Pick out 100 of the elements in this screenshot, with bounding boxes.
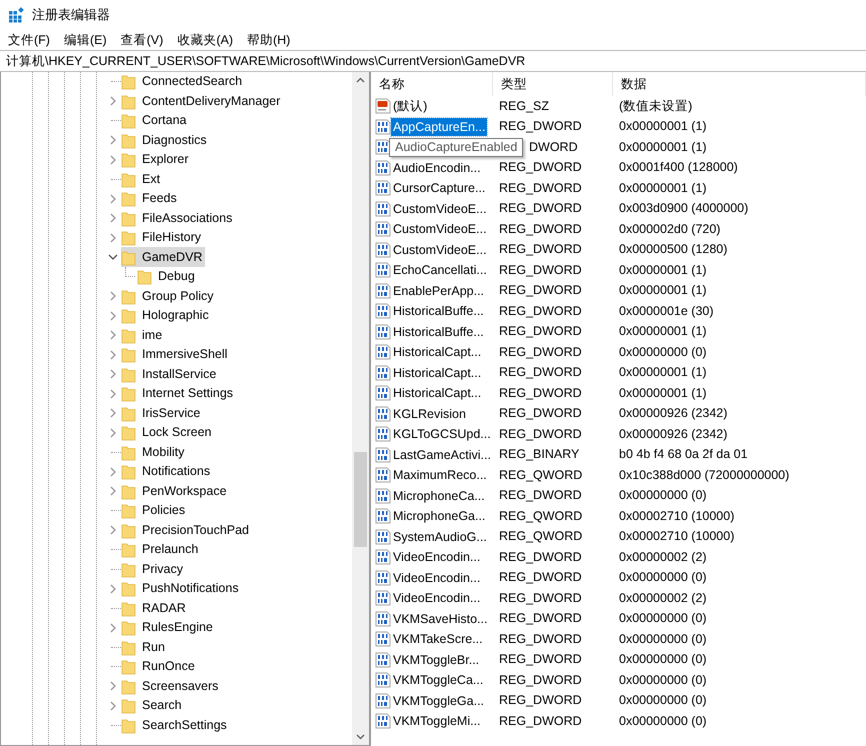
value-name[interactable]: MicrophoneGa... (391, 507, 488, 526)
value-name[interactable]: HistoricalCapt... (391, 343, 484, 362)
expand-chevron-icon[interactable] (109, 428, 117, 438)
menu-item[interactable]: 查看(V) (120, 30, 164, 50)
expand-chevron-icon[interactable] (109, 194, 117, 204)
tree-item[interactable]: Feeds (121, 188, 180, 209)
tree-item[interactable]: Lock Screen (121, 422, 214, 443)
value-name[interactable]: AudioEncodin... (391, 158, 483, 177)
expand-chevron-icon[interactable] (109, 681, 117, 692)
value-name[interactable]: SystemAudioG... (391, 528, 489, 546)
value-name[interactable]: HistoricalCapt... (391, 364, 484, 382)
value-name[interactable]: (默认) (391, 97, 430, 116)
value-name[interactable]: LastGameActivi... (391, 446, 493, 464)
tree-item[interactable]: Internet Settings (121, 384, 236, 404)
expand-chevron-icon[interactable] (109, 584, 117, 594)
expand-chevron-icon[interactable] (109, 486, 117, 496)
scrollbar[interactable] (352, 72, 369, 745)
value-name[interactable]: VideoEncodin... (391, 548, 482, 566)
collapse-chevron-icon[interactable] (108, 253, 118, 262)
value-name[interactable]: EchoCancellati... (391, 261, 489, 280)
value-name[interactable]: MicrophoneCa... (391, 486, 487, 505)
value-name[interactable]: VKMToggleBr... (391, 650, 482, 669)
tree-item[interactable]: FileHistory (121, 228, 204, 248)
value-name[interactable]: CursorCapture... (391, 179, 488, 198)
column-header[interactable]: 数据 (613, 72, 866, 96)
tree-item[interactable]: Search (121, 696, 185, 716)
tree-item[interactable]: GameDVR (121, 247, 206, 268)
expand-chevron-icon[interactable] (109, 622, 117, 633)
expand-chevron-icon[interactable] (109, 291, 117, 302)
value-name[interactable]: HistoricalBuffe... (391, 322, 486, 341)
tree-item[interactable]: ContentDeliveryManager (121, 91, 284, 112)
tree-item[interactable]: RunOnce (121, 656, 198, 677)
expand-chevron-icon[interactable] (109, 135, 117, 146)
tree-item[interactable]: RulesEngine (121, 618, 216, 638)
column-header[interactable]: 类型 (493, 72, 613, 96)
tree-item[interactable]: Privacy (121, 559, 186, 580)
tree-item[interactable]: InstallService (121, 364, 220, 384)
tree-item[interactable]: IrisService (121, 403, 204, 424)
value-name[interactable]: CustomVideoE... (391, 200, 489, 218)
expand-chevron-icon[interactable] (109, 525, 117, 536)
tree-item[interactable]: Mobility (121, 442, 188, 462)
tree-item[interactable]: Diagnostics (121, 130, 210, 150)
expand-chevron-icon[interactable] (109, 388, 117, 399)
tree-item[interactable]: ImmersiveShell (121, 344, 230, 365)
tree-item[interactable]: ConnectedSearch (121, 72, 246, 92)
tree-item[interactable]: PrecisionTouchPad (121, 520, 252, 540)
tree-item[interactable]: Ext (121, 169, 164, 190)
expand-chevron-icon[interactable] (109, 700, 117, 711)
tree-item[interactable]: Group Policy (121, 286, 217, 306)
tree-item[interactable]: Explorer (121, 150, 192, 170)
menu-item[interactable]: 收藏夹(A) (177, 30, 233, 50)
value-name[interactable]: CustomVideoE... (391, 220, 489, 238)
expand-chevron-icon[interactable] (109, 154, 117, 165)
value-name[interactable]: AppCaptureEn... (391, 118, 488, 136)
binary-value-icon (375, 303, 391, 320)
tree-item[interactable]: Cortana (121, 110, 190, 131)
tree-item[interactable]: ime (121, 325, 166, 346)
value-name[interactable]: CustomVideoE... (391, 240, 489, 259)
expand-chevron-icon[interactable] (109, 232, 117, 243)
expand-chevron-icon[interactable] (109, 369, 117, 380)
address-bar[interactable]: 计算机\HKEY_CURRENT_USER\SOFTWARE\Microsoft\Windows\CurrentVersion\GameDVR (0, 50, 866, 72)
column-header[interactable]: 名称 (371, 72, 493, 96)
value-name[interactable]: HistoricalCapt... (391, 384, 484, 402)
expand-chevron-icon[interactable] (109, 96, 117, 106)
value-name[interactable]: VKMSaveHisto... (391, 610, 490, 628)
menu-item[interactable]: 帮助(H) (246, 30, 290, 50)
expand-chevron-icon[interactable] (109, 408, 117, 418)
value-name[interactable]: MaximumReco... (391, 466, 489, 484)
value-type: REG_DWORD (498, 590, 583, 607)
tree-item[interactable]: FileAssociations (121, 208, 236, 228)
value-name[interactable]: VKMToggleGa... (391, 692, 486, 710)
expand-chevron-icon[interactable] (109, 213, 117, 224)
expand-chevron-icon[interactable] (109, 310, 117, 321)
value-name[interactable]: HistoricalBuffe... (391, 302, 486, 320)
value-name[interactable]: VKMToggleMi... (391, 712, 483, 730)
menu-item[interactable]: 编辑(E) (64, 30, 107, 50)
tree-item[interactable]: Screensavers (121, 676, 222, 696)
value-name[interactable]: EnablePerApp... (391, 282, 486, 300)
value-name[interactable]: VideoEncodin... (391, 589, 482, 608)
tree-item[interactable]: Debug (137, 266, 198, 287)
expand-chevron-icon[interactable] (109, 466, 117, 477)
tree-item[interactable]: SearchSettings (121, 715, 230, 736)
value-name[interactable]: KGLRevision (391, 404, 468, 423)
tree-item[interactable]: PushNotifications (121, 578, 242, 599)
value-name[interactable]: KGLToGCSUpd... (391, 425, 493, 444)
tree-item[interactable]: PenWorkspace (121, 481, 230, 502)
tree-item[interactable]: Notifications (121, 462, 214, 482)
tree-item[interactable]: RADAR (121, 598, 189, 618)
menu-item[interactable]: 文件(F) (8, 30, 50, 50)
tree-item[interactable]: Prelaunch (121, 540, 202, 560)
folder-icon (121, 716, 136, 734)
tree-item[interactable]: Holographic (121, 306, 212, 326)
expand-chevron-icon[interactable] (109, 350, 117, 360)
scrollbar-thumb[interactable] (354, 452, 367, 547)
tree-item[interactable]: Run (121, 637, 168, 658)
value-name[interactable]: VKMToggleCa... (391, 671, 486, 690)
value-name[interactable]: VKMTakeScre... (391, 630, 485, 648)
expand-chevron-icon[interactable] (109, 330, 117, 340)
tree-item[interactable]: Policies (121, 500, 188, 521)
value-name[interactable]: VideoEncodin... (391, 568, 482, 587)
